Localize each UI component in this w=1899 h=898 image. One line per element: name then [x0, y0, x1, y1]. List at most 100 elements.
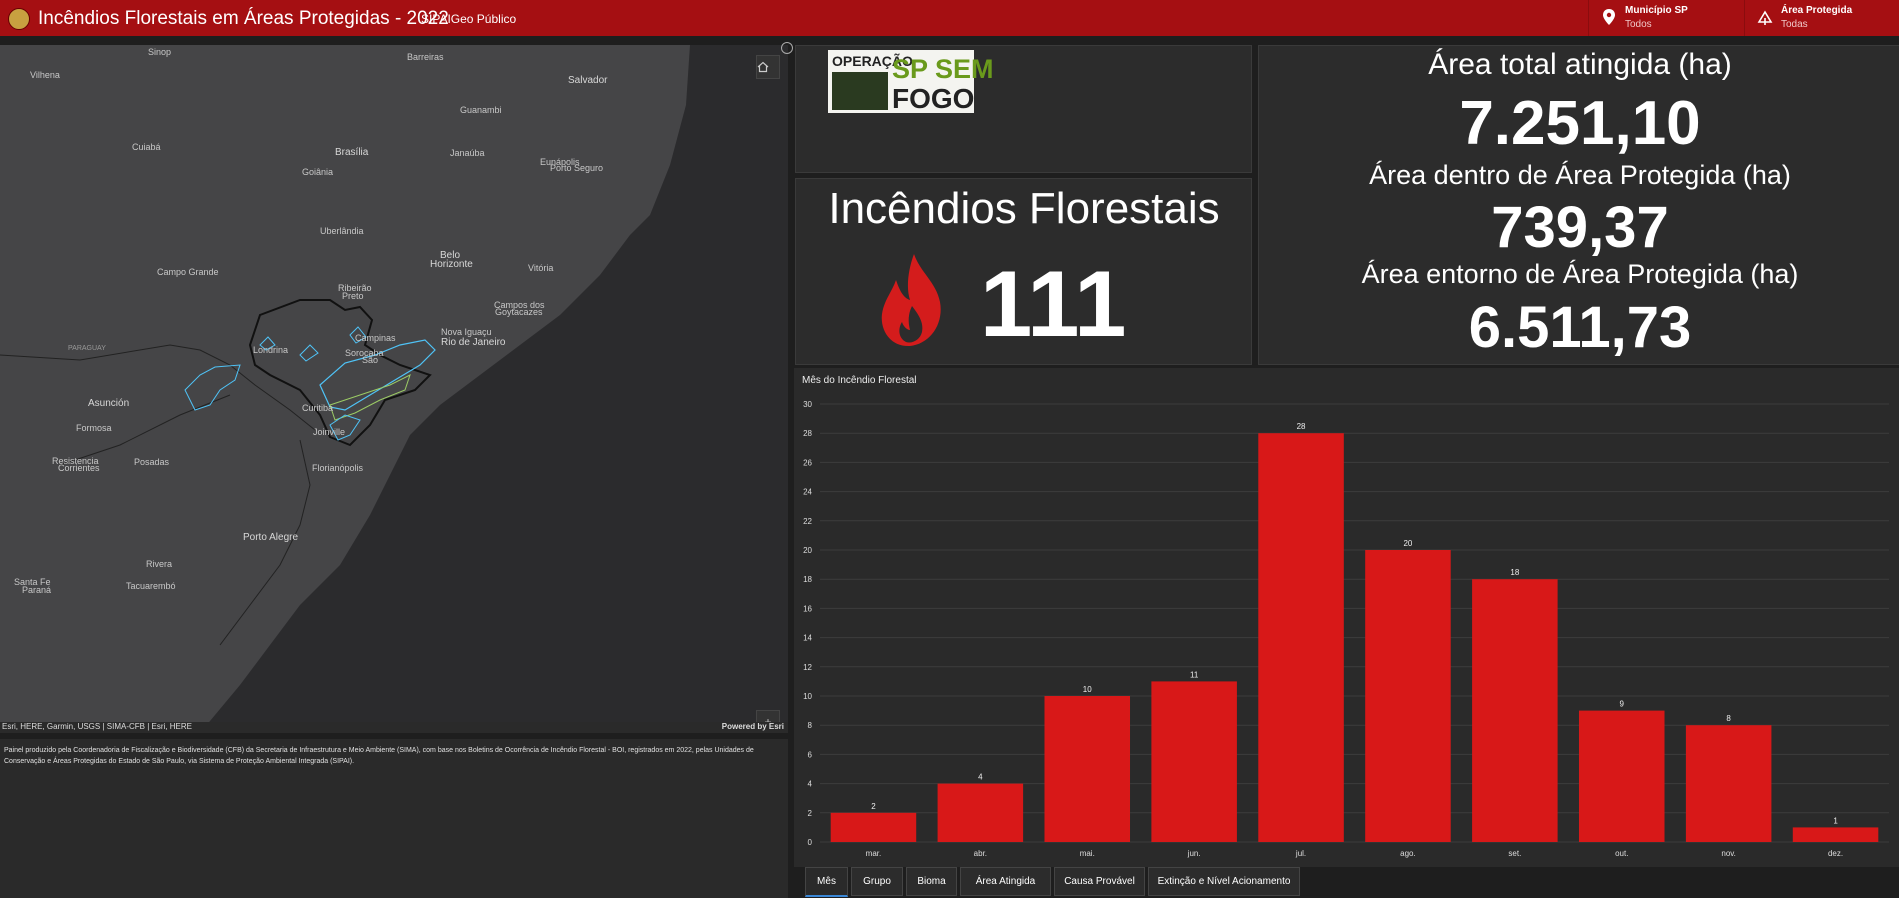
municipio-selector[interactable]: Município SP Todos: [1588, 0, 1737, 36]
map-label: Barreiras: [407, 52, 444, 62]
map-label: Porto Seguro: [550, 163, 604, 173]
map-label: Salvador: [568, 75, 608, 86]
page-subtitle: SIPAIGeo Público: [421, 12, 517, 26]
description-panel: Painel produzido pela Coordenadoria de F…: [0, 739, 788, 898]
map-label: Brasília: [335, 147, 369, 158]
state-seal-logo: [8, 8, 30, 30]
map-label: Horizonte: [430, 259, 473, 270]
y-tick-label: 22: [803, 517, 812, 526]
y-tick-label: 2: [808, 809, 813, 818]
x-tick-label: mai.: [1080, 849, 1095, 858]
x-tick-label: ago.: [1400, 849, 1416, 858]
map-label: Campinas: [355, 333, 396, 343]
tab-grupo[interactable]: Grupo: [851, 867, 903, 896]
fire-icon: [881, 254, 941, 347]
y-tick-label: 18: [803, 575, 812, 584]
indicator-count: 111: [980, 251, 1127, 356]
map-label: Cuiabá: [132, 142, 161, 152]
y-tick-label: 6: [808, 750, 813, 759]
map-view[interactable]: Sinop Vilhena Barreiras Salvador Guanamb…: [0, 45, 788, 733]
map-label: Preto: [342, 291, 364, 301]
indicator-title: Incêndios Florestais: [828, 184, 1220, 233]
data-label: 10: [1083, 685, 1092, 694]
bar: [1792, 827, 1879, 842]
area-dentro-value: 739,37: [1491, 195, 1669, 260]
map-label: Vitória: [528, 263, 554, 273]
map-label: Porto Alegre: [243, 532, 299, 543]
data-label: 2: [871, 802, 876, 811]
map-label: Goytacazes: [495, 307, 543, 317]
bar: [1151, 681, 1237, 842]
logo-line-fogo: FOGO: [892, 83, 975, 114]
x-tick-label: abr.: [974, 849, 987, 858]
map-label: Londrina: [253, 345, 289, 355]
y-tick-label: 26: [803, 458, 812, 467]
tab-extincao-nivel-acionamento[interactable]: Extinção e Nível Acionamento: [1148, 867, 1300, 896]
area-total-value: 7.251,10: [1459, 89, 1701, 158]
map-label: Nova Iguaçu: [441, 327, 492, 337]
map-label: Janaúba: [450, 148, 485, 158]
map-label: Guanambi: [460, 105, 502, 115]
logo-line-sp-sem: SP SEM: [892, 54, 994, 84]
map-label: Formosa: [76, 423, 112, 433]
tab-area-atingida[interactable]: Área Atingida: [960, 867, 1051, 896]
map-label: Asunción: [88, 398, 130, 409]
x-tick-label: jul.: [1295, 849, 1306, 858]
y-tick-label: 4: [808, 780, 813, 789]
map-label: Uberlândia: [320, 226, 364, 236]
area-protegida-selector-value: Todas: [1781, 19, 1808, 30]
tree-icon: [1757, 10, 1773, 25]
data-label: 9: [1620, 700, 1625, 709]
map-label: Corrientes: [58, 463, 100, 473]
area-total-label: Área total atingida (ha): [1428, 48, 1732, 81]
bar-chart: 0246810121416182022242628302mar.4abr.10m…: [803, 400, 1889, 858]
expand-icon[interactable]: [781, 42, 793, 54]
powered-by-esri[interactable]: Powered by Esri: [722, 722, 784, 731]
data-label: 28: [1297, 422, 1306, 431]
y-tick-label: 20: [803, 546, 812, 555]
data-label: 20: [1403, 539, 1412, 548]
area-protegida-selector[interactable]: Área Protegida Todas: [1744, 0, 1899, 36]
area-protegida-selector-label: Área Protegida: [1781, 5, 1853, 16]
map-label: São: [362, 355, 379, 365]
map-label: Rio de Janeiro: [441, 337, 506, 348]
x-tick-label: set.: [1508, 849, 1521, 858]
x-tick-label: nov.: [1721, 849, 1736, 858]
y-tick-label: 0: [808, 838, 813, 847]
data-label: 11: [1190, 670, 1199, 679]
map-basemap: [0, 45, 788, 733]
map-label: Sinop: [148, 47, 172, 57]
y-tick-label: 10: [803, 692, 812, 701]
map-label: Paraná: [22, 585, 52, 595]
municipio-selector-label: Município SP: [1625, 5, 1688, 16]
tab-mes[interactable]: Mês: [805, 867, 848, 897]
data-label: 1: [1833, 816, 1838, 825]
y-tick-label: 16: [803, 604, 812, 613]
map-label: Campo Grande: [157, 267, 219, 277]
map-pin-icon: [1603, 9, 1615, 25]
bar: [937, 783, 1024, 842]
tab-bioma[interactable]: Bioma: [906, 867, 957, 896]
x-tick-label: jun.: [1187, 849, 1201, 858]
map-label: Goiânia: [302, 167, 334, 177]
bar: [1044, 696, 1131, 842]
municipio-selector-value: Todos: [1625, 19, 1652, 30]
y-tick-label: 12: [803, 663, 812, 672]
map-label: Vilhena: [30, 70, 60, 80]
home-button[interactable]: [756, 55, 780, 79]
bar: [1365, 550, 1451, 842]
page-title: Incêndios Florestais em Áreas Protegidas…: [38, 8, 449, 29]
data-label: 18: [1510, 568, 1519, 577]
x-tick-label: out.: [1615, 849, 1628, 858]
area-entorno-value: 6.511,73: [1468, 295, 1692, 360]
y-tick-label: 28: [803, 429, 812, 438]
x-tick-label: mar.: [866, 849, 882, 858]
y-tick-label: 8: [808, 721, 813, 730]
tab-causa-provavel[interactable]: Causa Provável: [1054, 867, 1145, 896]
map-label: Posadas: [134, 457, 170, 467]
description-text: Painel produzido pela Coordenadoria de F…: [4, 747, 754, 765]
map-label: Tacuarembó: [126, 581, 176, 591]
map-label: Joinville: [313, 427, 346, 437]
map-attribution: Esri, HERE, Garmin, USGS | SIMA-CFB | Es…: [0, 722, 788, 733]
attribution-text: Esri, HERE, Garmin, USGS | SIMA-CFB | Es…: [2, 722, 192, 731]
